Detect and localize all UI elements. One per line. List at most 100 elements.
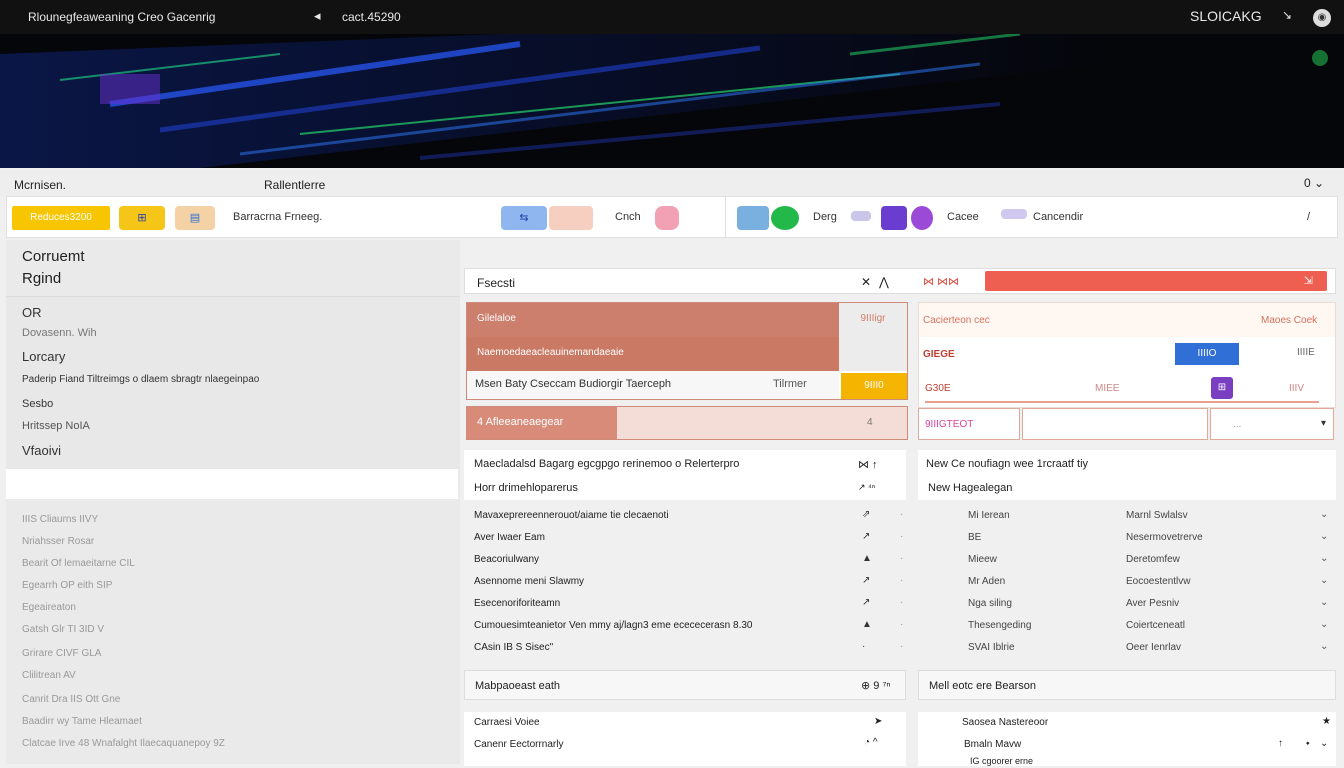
primary-action-button[interactable]: Reduces3200 [12,206,110,230]
detail-row-button[interactable]: IIIIO [1175,343,1239,365]
leaf-icon[interactable] [771,206,799,230]
chevron-down-icon[interactable]: ⌄ [1320,738,1328,749]
left-panel-search-input[interactable] [6,469,458,499]
sort-up-icon[interactable]: ⋈ ↑ [858,458,878,471]
back-icon[interactable]: ◂ [314,8,321,24]
chevron-down-icon[interactable]: ⌄ [1320,509,1328,520]
list-item[interactable]: Mavaxeprereennerouot/aiame tie clecaenot… [464,506,906,526]
detail-card-link[interactable]: Maoes Coek [1261,315,1317,326]
cloud-icon[interactable] [1001,209,1027,219]
footer-item[interactable]: Saosea Nastereoor [962,717,1048,728]
app-icon[interactable]: ⊞ [1211,377,1233,399]
settings-row[interactable]: Mieew Deretomfew ⌄ [918,550,1336,570]
chevron-down-icon[interactable]: ⌄ [1320,531,1328,542]
more-icon[interactable]: · [900,531,903,542]
nav-item[interactable]: Vfaoivi [22,443,61,458]
arrow-up-icon[interactable]: ↑ [1278,738,1283,749]
text-field[interactable] [1022,408,1208,440]
toolbar-item-derg[interactable]: Derg [813,211,837,223]
list-item[interactable]: Canrit Dra IIS Ott Gne [22,694,120,705]
list-item[interactable]: CAsin IB S Sisec" · · [464,638,906,658]
more-icon[interactable]: · [900,509,903,520]
chevron-down-icon[interactable]: ⌄ [1320,553,1328,564]
chevron-down-icon[interactable]: ⌄ [1320,641,1328,652]
close-icon[interactable]: ✕ [861,275,871,289]
cursor-icon[interactable]: ↘ [1282,8,1292,22]
puzzle-icon[interactable] [881,206,907,230]
account-name[interactable]: SLOICAKG [1190,8,1262,24]
expand-icon[interactable]: ↗ ⁴ⁿ [858,482,875,493]
footer-item[interactable]: Canenr Eectorrnarly [474,739,563,750]
list-item[interactable]: Bearit Of lemaeitarne CIL [22,558,135,569]
timer-icon[interactable]: ◔ ^ [864,737,878,748]
tray-icon[interactable] [851,211,871,221]
more-icon[interactable]: · [900,553,903,564]
more-icon[interactable]: · [900,619,903,630]
list-item[interactable]: Asennome meni Slawmy ↗ · [464,572,906,592]
toolbar-item-cacee[interactable]: Cacee [947,211,979,223]
message-bar[interactable]: Mell eotc ere Bearson [918,670,1336,700]
more-icon[interactable]: · [900,575,903,586]
tag-icon[interactable] [655,206,679,230]
card-action-button[interactable]: 9III0 [841,373,907,399]
swap-icon[interactable]: ⇆ [501,206,547,230]
chevron-down-icon[interactable]: ⌄ [1320,619,1328,630]
footer-item[interactable]: Bmaln Mavw [964,739,1021,750]
list-item[interactable]: Esecenoriforiteamn ↗ · [464,594,906,614]
nav-item[interactable]: Dovasenn. Wih [22,327,97,339]
settings-row[interactable]: Mi Ierean Marnl Swlalsv ⌄ [918,506,1336,526]
menu-dropdown[interactable]: 0 ⌄ [1304,176,1324,190]
list-item[interactable]: Egearrh OP eith SIP [22,580,112,591]
address-field[interactable]: cact.45290 [342,10,401,24]
code-field[interactable]: 9IIIGTEOT [918,408,1020,440]
search-input[interactable]: Mabpaoeast eath [475,680,560,692]
more-icon[interactable]: · [900,597,903,608]
nav-item[interactable]: Sesbo [22,398,53,410]
link-icons[interactable]: ⋈ ⋈⋈ [923,275,959,288]
nav-item[interactable]: OR [22,305,42,320]
message-input[interactable]: Mell eotc ere Bearson [929,680,1036,692]
card-icon[interactable]: ▤ [175,206,215,230]
list-item[interactable]: Cumouesimteanietor Ven mmy aj/lagn3 eme … [464,616,906,636]
settings-row[interactable]: Mr Aden Eocoestentlvw ⌄ [918,572,1336,592]
avatar[interactable]: ◉ [1313,9,1331,27]
search-bar[interactable]: Mabpaoeast eath ⊕ 9 ⁷ⁿ [464,670,906,700]
chat-icon[interactable] [911,206,933,230]
search-icon[interactable]: ⊕ 9 ⁷ⁿ [861,679,890,692]
settings-row[interactable]: Thesengeding Coiertceneatl ⌄ [918,616,1336,636]
toolbar-edit-icon[interactable]: / [1307,211,1310,223]
settings-row[interactable]: BE Nesermovetrerve ⌄ [918,528,1336,548]
list-item[interactable]: Aver Iwaer Eam ↗ · [464,528,906,548]
list-item[interactable]: Clilitrean AV [22,670,76,681]
chevron-down-icon[interactable]: ⌄ [1320,597,1328,608]
footer-item[interactable]: Carraesi Voiee [474,717,540,728]
grid-icon[interactable]: ⊞ [119,206,165,230]
list-item[interactable]: IIIS Cliaurns IIVY [22,514,98,525]
list-item[interactable]: Baadirr wy Tame Hleamaet [22,716,142,727]
expand-icon[interactable]: ⇲ [1304,275,1313,287]
list-item[interactable]: Grirare CIVF GLA [22,648,101,659]
list-item[interactable]: Clatcae Irve 48 Wnafalght Ilaecaquanepoy… [22,738,225,749]
list-item[interactable]: Nriahsser Rosar [22,536,94,547]
toolbar-item-cancendir[interactable]: Cancendir [1033,211,1083,223]
settings-row[interactable]: SVAI Iblrie Oeer Ienrlav ⌄ [918,638,1336,658]
chevron-down-icon[interactable]: ⌄ [1320,575,1328,586]
send-icon[interactable]: ➤ [874,716,882,727]
list-item[interactable]: Egeaireaton [22,602,76,613]
toolbar-item-cnch[interactable]: Cnch [615,211,641,223]
menu-item-left[interactable]: Mcrnisen. [14,178,66,192]
nav-item[interactable]: Lorcary [22,349,65,364]
hand-icon[interactable] [549,206,593,230]
pin-icon[interactable]: ⬩ [1306,738,1310,749]
collapse-icon[interactable]: ⋀ [879,275,889,289]
select-field[interactable]: ... ▾ [1210,408,1334,440]
list-item[interactable]: Gatsh Glr TI 3ID V [22,624,104,635]
settings-row[interactable]: Nga siling Aver Pesniv ⌄ [918,594,1336,614]
nav-item[interactable]: Hritssep NoIA [22,420,90,432]
window-icon[interactable] [737,206,769,230]
menu-item-middle[interactable]: Rallentlerre [264,178,325,192]
more-icon[interactable]: · [900,641,903,652]
star-icon[interactable]: ★ [1322,716,1331,727]
nav-item[interactable]: Paderip Fiand Tiltreimgs o dlaem sbragtr… [22,374,259,385]
list-item[interactable]: Beacoriulwany ▲ · [464,550,906,570]
